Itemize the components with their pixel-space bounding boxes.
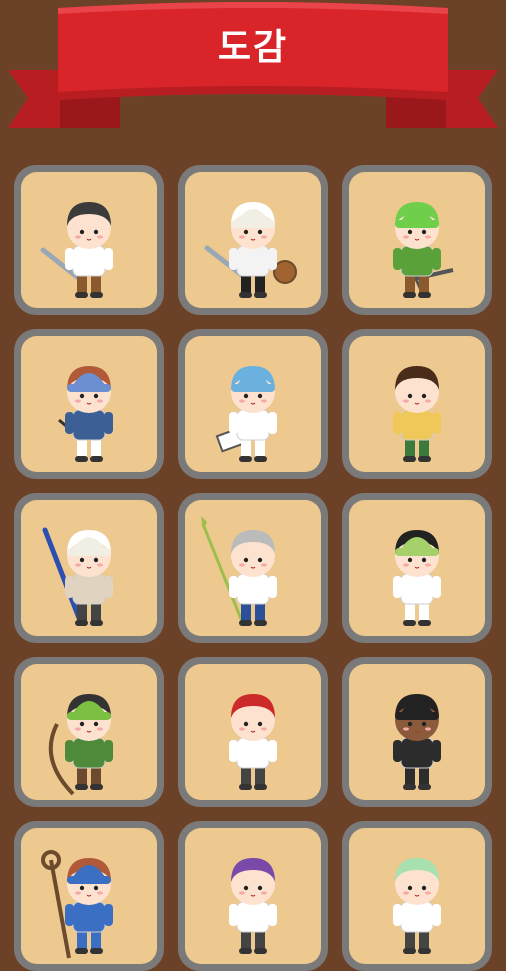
character-card-inner — [349, 500, 485, 636]
character-card[interactable] — [342, 165, 492, 315]
spear-maiden-icon — [201, 516, 277, 626]
character-card-inner — [185, 336, 321, 472]
character-card[interactable] — [178, 657, 328, 807]
character-card[interactable] — [178, 821, 328, 971]
purple-haired-icon — [229, 858, 277, 954]
character-card[interactable] — [178, 493, 328, 643]
lancer-knight-icon — [42, 527, 113, 626]
ninja-headband-icon — [393, 530, 441, 626]
character-card-inner — [21, 336, 157, 472]
character-card-inner — [349, 828, 485, 964]
musketeer-icon — [58, 366, 113, 462]
character-card[interactable] — [178, 165, 328, 315]
red-haired-warrior-icon — [229, 694, 277, 790]
character-card[interactable] — [14, 165, 164, 315]
character-card[interactable] — [342, 657, 492, 807]
swordsman-icon — [40, 202, 113, 298]
character-card[interactable] — [342, 493, 492, 643]
character-card[interactable] — [14, 493, 164, 643]
mage-icon — [41, 850, 113, 959]
martial-artist-icon — [393, 366, 441, 462]
character-collection-grid — [14, 165, 494, 971]
character-card-inner — [185, 664, 321, 800]
ranger-icon — [48, 694, 113, 796]
character-card[interactable] — [342, 821, 492, 971]
character-card[interactable] — [14, 657, 164, 807]
character-card[interactable] — [14, 821, 164, 971]
character-card[interactable] — [14, 329, 164, 479]
priest-icon — [215, 366, 277, 462]
knight-icon — [204, 202, 297, 298]
character-card-inner — [349, 664, 485, 800]
elf-green-hair-icon — [393, 858, 441, 954]
title-banner: 도감 — [0, 0, 506, 150]
character-card[interactable] — [178, 329, 328, 479]
character-card-inner — [349, 336, 485, 472]
character-card-inner — [185, 828, 321, 964]
character-card-inner — [185, 500, 321, 636]
assassin-icon — [393, 694, 441, 790]
character-card[interactable] — [342, 329, 492, 479]
character-card-inner — [21, 500, 157, 636]
character-card-inner — [185, 172, 321, 308]
archer-green-hood-icon — [393, 202, 454, 298]
character-card-inner — [21, 172, 157, 308]
character-card-inner — [21, 664, 157, 800]
character-card-inner — [349, 172, 485, 308]
character-card-inner — [21, 828, 157, 964]
page-title: 도감 — [217, 27, 289, 68]
